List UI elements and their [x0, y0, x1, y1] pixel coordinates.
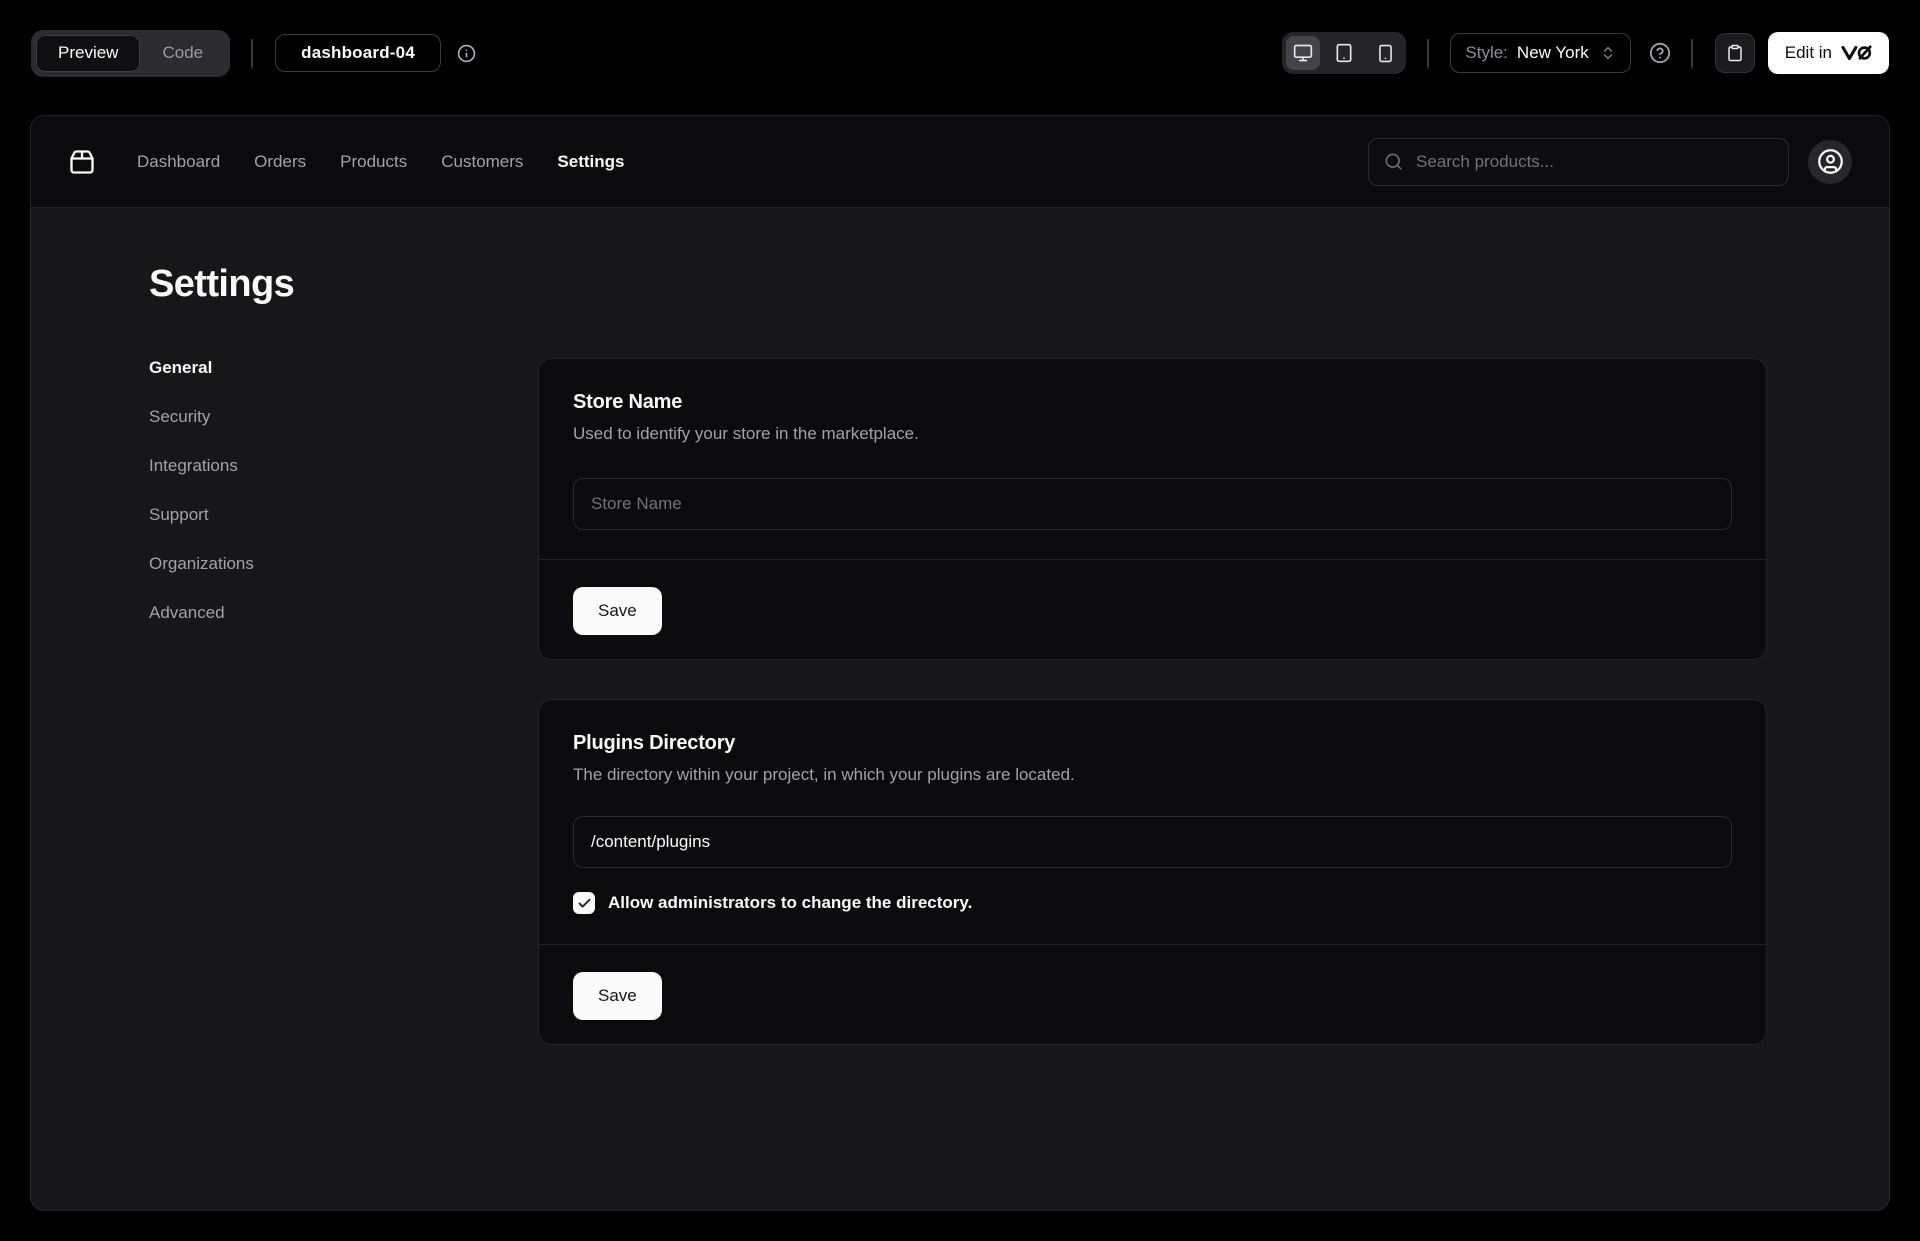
device-toggle-group [1282, 32, 1406, 74]
settings-page: Settings General Security Integrations S… [31, 208, 1889, 1045]
sidebar-item-advanced[interactable]: Advanced [149, 603, 479, 623]
card-footer: Save [539, 944, 1766, 1044]
top-toolbar: Preview Code dashboard-04 [31, 28, 1889, 78]
user-circle-icon [1817, 148, 1844, 175]
store-name-input[interactable] [573, 478, 1732, 530]
card-description: Used to identify your store in the marke… [573, 424, 1732, 444]
card-description: The directory within your project, in wh… [573, 765, 1732, 785]
preview-code-toggle: Preview Code [31, 30, 230, 77]
sidebar-item-general[interactable]: General [149, 358, 479, 378]
clipboard-icon [1726, 44, 1744, 62]
sidebar-item-security[interactable]: Security [149, 407, 479, 427]
check-icon [577, 896, 592, 911]
block-name-badge: dashboard-04 [275, 34, 441, 72]
search-input[interactable] [1414, 151, 1773, 173]
save-button[interactable]: Save [573, 972, 662, 1020]
tab-preview[interactable]: Preview [36, 35, 140, 72]
package-icon[interactable] [68, 148, 96, 176]
save-button[interactable]: Save [573, 587, 662, 635]
info-icon[interactable] [457, 44, 476, 63]
device-tablet-button[interactable] [1327, 36, 1361, 70]
allow-admins-label[interactable]: Allow administrators to change the direc… [608, 893, 972, 913]
sidebar-item-integrations[interactable]: Integrations [149, 456, 479, 476]
search-box [1368, 138, 1789, 186]
nav-products[interactable]: Products [340, 152, 407, 172]
style-select-label: Style: [1465, 43, 1508, 63]
chevrons-up-down-icon [1600, 45, 1616, 61]
monitor-icon [1293, 43, 1313, 63]
nav-dashboard[interactable]: Dashboard [137, 152, 220, 172]
toolbar-divider [1691, 39, 1693, 68]
card-footer: Save [539, 559, 1766, 659]
allow-admins-checkbox[interactable] [573, 892, 595, 914]
preview-panel: Dashboard Orders Products Customers Sett… [30, 115, 1890, 1211]
search-icon [1384, 152, 1403, 171]
smartphone-icon [1376, 44, 1395, 63]
nav-customers[interactable]: Customers [441, 152, 523, 172]
sidebar-item-support[interactable]: Support [149, 505, 479, 525]
edit-in-v0-label: Edit in [1785, 43, 1832, 63]
tablet-icon [1334, 43, 1354, 63]
toolbar-divider [251, 39, 253, 68]
nav-settings[interactable]: Settings [557, 152, 624, 172]
tab-code[interactable]: Code [140, 35, 225, 72]
sidebar-item-organizations[interactable]: Organizations [149, 554, 479, 574]
device-desktop-button[interactable] [1286, 36, 1320, 70]
device-mobile-button[interactable] [1368, 36, 1402, 70]
card-title: Store Name [573, 391, 1732, 414]
style-select[interactable]: Style: New York [1450, 33, 1630, 73]
page-title: Settings [149, 263, 1767, 306]
app-header: Dashboard Orders Products Customers Sett… [31, 116, 1889, 208]
help-icon[interactable] [1649, 42, 1671, 64]
edit-in-v0-button[interactable]: Edit in [1768, 32, 1889, 74]
plugins-directory-input[interactable] [573, 816, 1732, 868]
toolbar-divider [1427, 39, 1429, 68]
user-menu-button[interactable] [1808, 140, 1852, 184]
settings-sidebar: General Security Integrations Support Or… [149, 358, 479, 623]
main-nav: Dashboard Orders Products Customers Sett… [137, 152, 624, 172]
plugins-directory-card: Plugins Directory The directory within y… [538, 699, 1767, 1045]
style-select-value: New York [1517, 43, 1589, 63]
card-title: Plugins Directory [573, 732, 1732, 755]
store-name-card: Store Name Used to identify your store i… [538, 358, 1767, 660]
copy-code-button[interactable] [1715, 33, 1755, 73]
nav-orders[interactable]: Orders [254, 152, 306, 172]
allow-admins-row: Allow administrators to change the direc… [573, 892, 1732, 914]
v0-logo-icon [1841, 45, 1872, 61]
